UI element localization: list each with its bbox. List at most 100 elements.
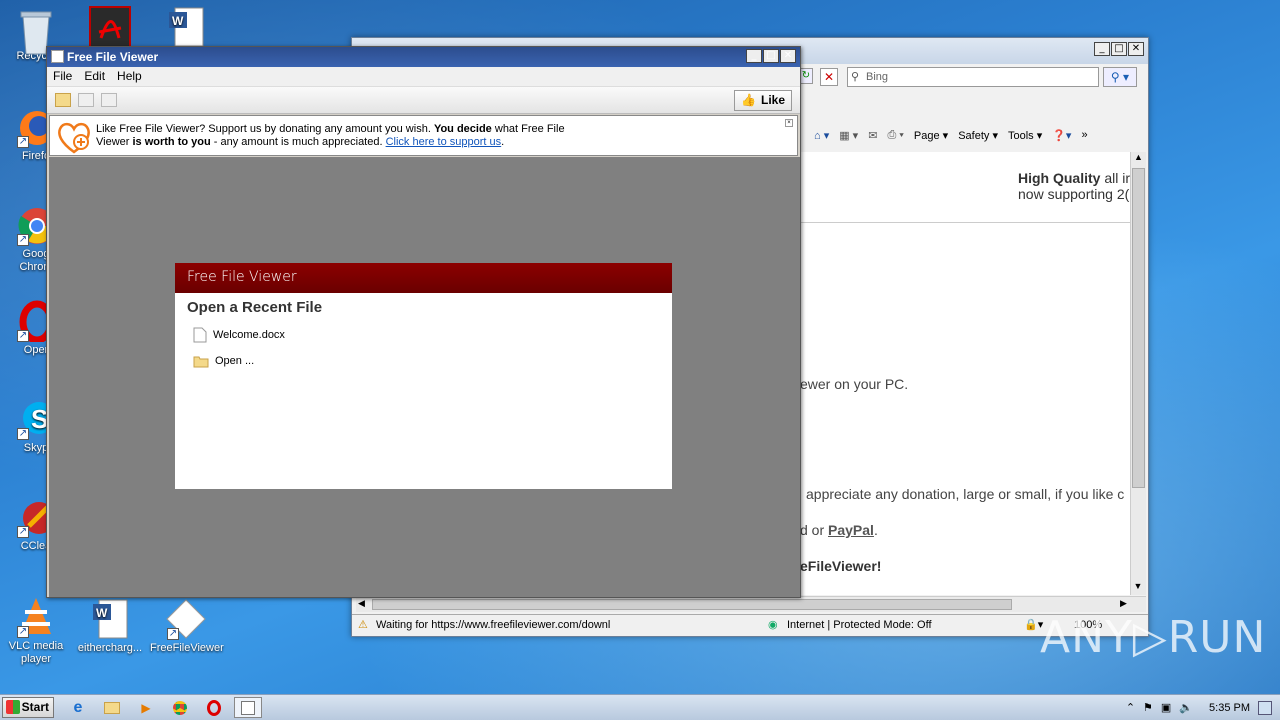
support-text: Like Free File Viewer? Support us by don… <box>96 123 565 148</box>
maximize-button[interactable]: □ <box>1111 42 1127 56</box>
open-folder-icon[interactable] <box>55 93 71 107</box>
desktop-icon-freefileviewer[interactable]: ↗ FreeFileViewer <box>150 598 224 655</box>
scroll-right-button[interactable]: ▶ <box>1120 598 1127 609</box>
minimize-button[interactable]: _ <box>746 49 762 63</box>
paypal-link[interactable]: PayPal <box>828 522 874 538</box>
folder-icon <box>104 701 120 714</box>
thumbs-up-icon: 👍 <box>741 93 756 107</box>
clock[interactable]: 5:35 PM <box>1209 702 1250 714</box>
document-icon <box>193 327 207 343</box>
ie-command-bar: ⌂ ▾ ▦ ▾ ✉ ⎙ ▾ Page ▾ Safety ▾ Tools ▾ ❓▾… <box>814 124 1146 146</box>
print-icon[interactable]: ⎙ ▾ <box>887 129 903 142</box>
search-go-button[interactable]: ⚲ ▾ <box>1103 67 1137 87</box>
safety-menu[interactable]: Safety ▾ <box>958 129 998 142</box>
recycle-bin-icon <box>15 6 57 55</box>
desktop-icon-label: Skyp <box>23 442 49 454</box>
taskbar-explorer[interactable] <box>98 697 126 718</box>
globe-icon: ◉ <box>768 619 778 631</box>
page-divider <box>800 222 1130 223</box>
desktop-icon-vlc[interactable]: ↗ VLC media player <box>0 596 72 666</box>
horizontal-scrollbar[interactable]: ◀ ▶ <box>356 596 1146 612</box>
media-player-icon: ▶ <box>141 700 151 715</box>
menu-bar: File Edit Help <box>47 67 800 86</box>
taskbar-media-player[interactable]: ▶ <box>132 697 160 718</box>
like-button[interactable]: 👍 Like <box>734 90 792 111</box>
taskbar-chrome[interactable] <box>166 697 194 718</box>
refresh-icon[interactable]: ↻ <box>799 68 813 84</box>
panel-heading: Open a Recent File <box>187 299 323 316</box>
ffv-titlebar[interactable]: Free File Viewer _ □ ✕ <box>47 47 800 67</box>
folder-icon <box>193 356 209 368</box>
close-button[interactable]: ✕ <box>780 49 796 63</box>
status-text: Waiting for https://www.freefileviewer.c… <box>376 619 611 631</box>
show-desktop-button[interactable] <box>1258 700 1272 715</box>
shortcut-arrow-icon: ↗ <box>17 526 29 538</box>
ffv-window[interactable]: Free File Viewer _ □ ✕ File Edit Help 👍 … <box>46 46 801 598</box>
save-icon[interactable] <box>78 93 94 107</box>
desktop-icon-label: VLC media player <box>8 640 64 665</box>
network-icon[interactable]: ▣ <box>1161 701 1171 714</box>
anyrun-watermark: ANY▷RUN <box>1040 612 1267 663</box>
open-file-item[interactable]: Open ... <box>193 351 254 371</box>
scroll-thumb[interactable] <box>1132 168 1145 488</box>
maximize-button[interactable]: □ <box>763 49 779 63</box>
svg-text:W: W <box>96 606 108 620</box>
chrome-icon <box>173 700 187 715</box>
recent-file-item[interactable]: Welcome.docx <box>193 325 285 345</box>
menu-edit[interactable]: Edit <box>84 67 105 86</box>
support-banner: Like Free File Viewer? Support us by don… <box>49 115 798 156</box>
acrobat-icon <box>89 6 131 48</box>
search-placeholder: Bing <box>866 71 889 83</box>
support-link[interactable]: Click here to support us <box>386 136 502 148</box>
viewer-area: Free File Viewer Open a Recent File Welc… <box>49 157 800 597</box>
word-doc-icon: W <box>165 6 207 48</box>
page-menu[interactable]: Page ▾ <box>914 129 948 142</box>
desktop-icon-word-doc-top[interactable]: W <box>150 6 222 50</box>
shortcut-arrow-icon: ↗ <box>17 136 29 148</box>
donation-text: appreciate any donation, large or small,… <box>806 486 1125 502</box>
help-icon[interactable]: ❓▾ <box>1052 129 1071 142</box>
scroll-up-button[interactable]: ▲ <box>1131 152 1146 166</box>
taskbar-freefileviewer[interactable] <box>234 697 262 718</box>
warning-icon: ⚠ <box>358 619 368 631</box>
menu-file[interactable]: File <box>53 67 72 86</box>
stop-button[interactable]: ✕ <box>820 68 838 86</box>
feeds-icon[interactable]: ▦ ▾ <box>839 129 858 142</box>
desktop-icon-label: eithercharg... <box>77 642 143 654</box>
search-box[interactable]: ⚲ Bing <box>847 67 1099 87</box>
volume-icon[interactable]: 🔈 <box>1179 701 1193 714</box>
desktop-icon-word-doc[interactable]: W eithercharg... <box>74 598 146 655</box>
taskbar: Start e ▶ ⌃ ⚑ ▣ 🔈 5:35 PM <box>0 694 1280 720</box>
flag-icon[interactable]: ⚑ <box>1143 701 1153 714</box>
taskbar-opera[interactable] <box>200 697 228 718</box>
shortcut-arrow-icon: ↗ <box>17 330 29 342</box>
print-icon[interactable] <box>101 93 117 107</box>
close-button[interactable]: ✕ <box>1128 42 1144 56</box>
scroll-down-button[interactable]: ▼ <box>1131 581 1145 595</box>
shortcut-arrow-icon: ↗ <box>17 626 29 638</box>
search-icon: ⚲ <box>851 71 860 83</box>
desktop-icon-acrobat[interactable] <box>74 6 146 50</box>
paypal-line: d or PayPal. <box>800 522 878 538</box>
start-button[interactable]: Start <box>2 697 54 718</box>
more-icon[interactable]: » <box>1081 129 1087 141</box>
minimize-button[interactable]: _ <box>1094 42 1110 56</box>
banner-close-icon[interactable]: × <box>785 119 793 127</box>
ie-page-content: High Quality all ir now supporting 2( ew… <box>800 152 1130 595</box>
scroll-left-button[interactable]: ◀ <box>358 598 365 609</box>
show-hidden-icons[interactable]: ⌃ <box>1126 701 1135 714</box>
file-name: Welcome.docx <box>213 329 285 341</box>
window-title: Free File Viewer <box>67 50 159 64</box>
mail-icon[interactable]: ✉ <box>868 129 877 142</box>
hscroll-thumb[interactable] <box>372 599 1012 610</box>
tools-menu[interactable]: Tools ▾ <box>1008 129 1042 142</box>
home-icon[interactable]: ⌂ ▾ <box>814 129 829 142</box>
menu-help[interactable]: Help <box>117 67 142 86</box>
open-label: Open ... <box>215 355 255 367</box>
taskbar-ie[interactable]: e <box>64 697 92 718</box>
toolbar: 👍 Like <box>47 86 800 114</box>
vertical-scrollbar[interactable]: ▲ ▼ <box>1130 152 1146 595</box>
vlc-icon: ↗ <box>15 596 57 638</box>
ie-address-area: ↻ ✕ ⚲ Bing ⚲ ▾ <box>797 64 1149 90</box>
freefileviewer-icon: ↗ <box>165 598 207 640</box>
